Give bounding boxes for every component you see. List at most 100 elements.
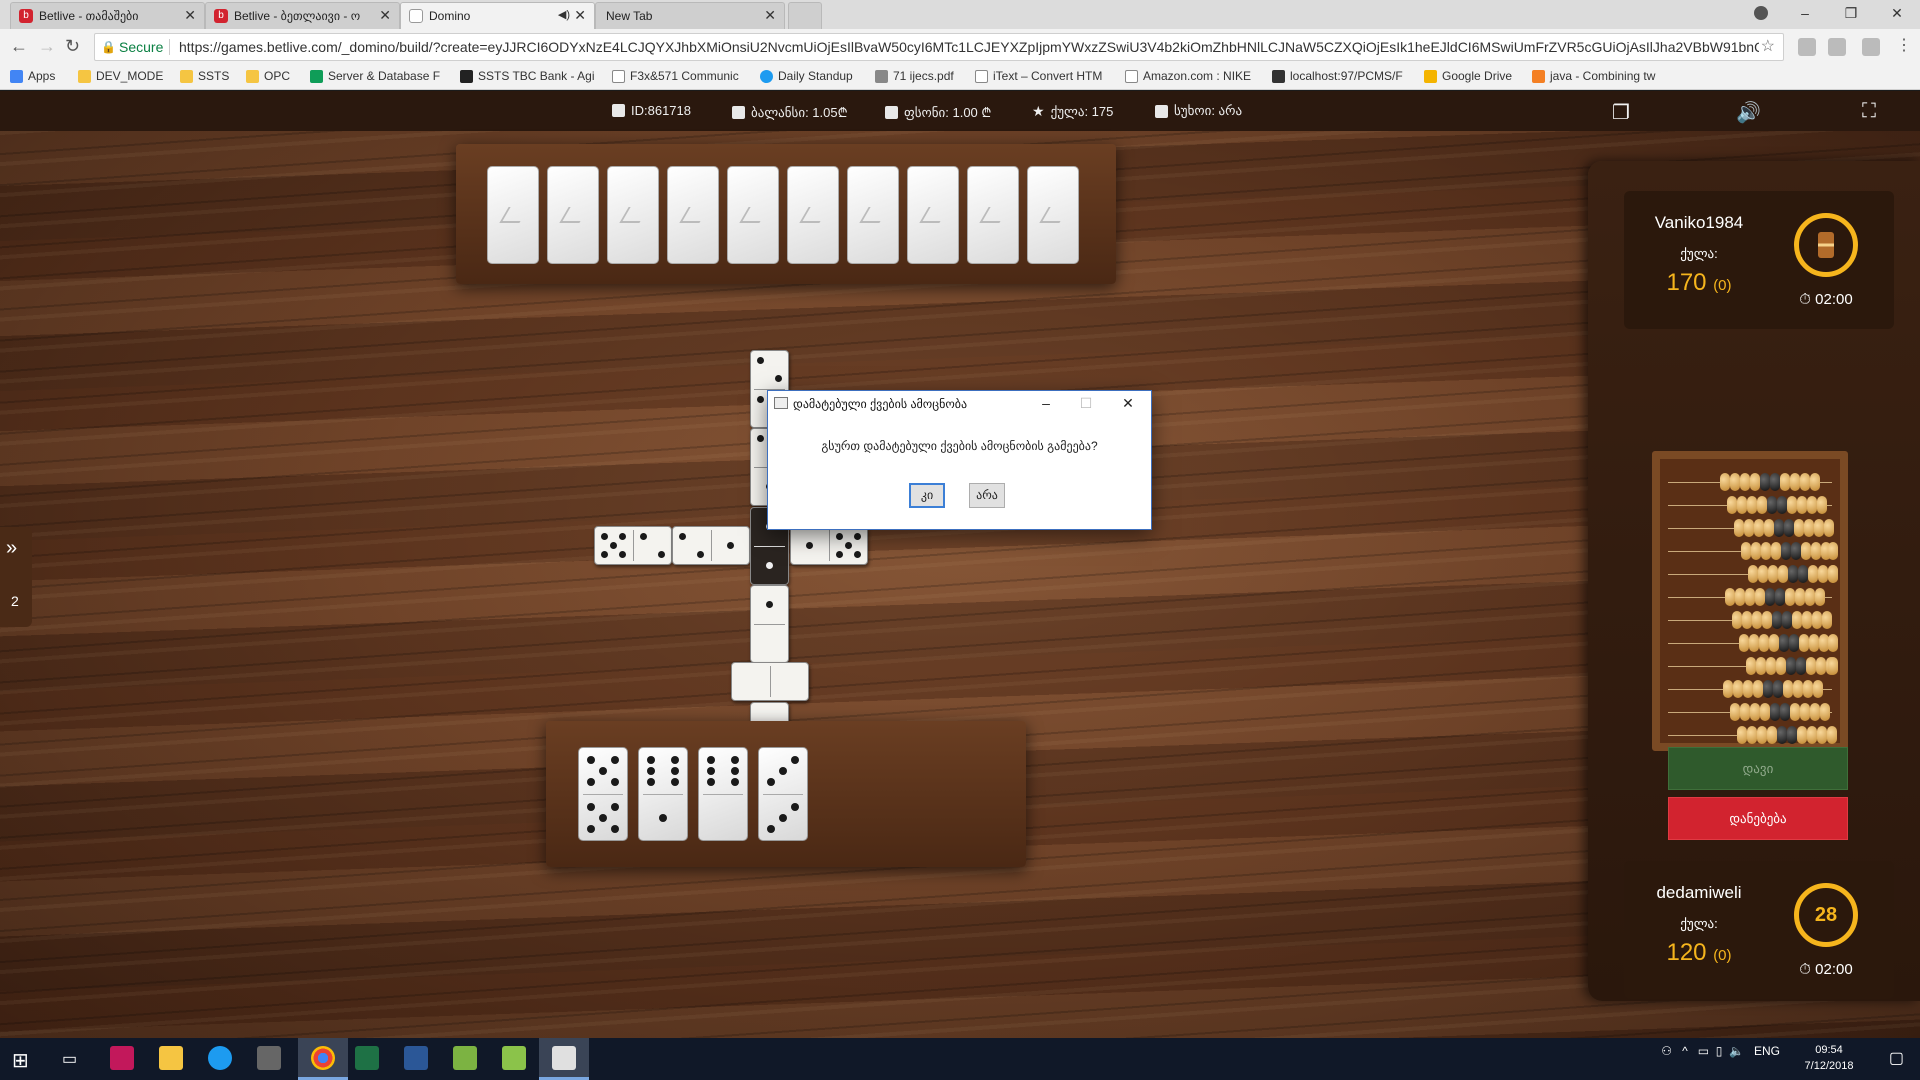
yes-button[interactable]: კი [909, 483, 945, 508]
java-app-icon[interactable] [552, 1046, 576, 1070]
notepad-icon[interactable] [453, 1046, 477, 1070]
battery-icon[interactable]: ▯ [1716, 1044, 1723, 1058]
hand-domino[interactable] [578, 747, 628, 841]
tab-domino[interactable]: Domino ◀) ✕ [400, 2, 595, 29]
bookmark-server-database[interactable]: Server & Database F [310, 69, 440, 83]
score-label: ქულა: [1680, 916, 1718, 931]
abacus-bead [1796, 657, 1806, 675]
extension-icon[interactable] [1798, 38, 1816, 56]
bookmark-star-icon[interactable]: ☆ [1761, 34, 1775, 60]
excel-icon[interactable] [355, 1046, 379, 1070]
tab-label: Domino [429, 9, 471, 23]
abacus-bead [1756, 657, 1766, 675]
forward-icon[interactable]: → [38, 37, 56, 55]
board-domino [594, 526, 672, 565]
bookmark-dev-mode[interactable]: DEV_MODE [78, 69, 163, 83]
hand-domino[interactable] [758, 747, 808, 841]
bookmark-google-drive[interactable]: Google Drive [1424, 69, 1512, 83]
bookmark-ssts-tbc[interactable]: SSTS TBC Bank - Agi [460, 69, 595, 83]
abacus-bead [1789, 634, 1799, 652]
score-extra: (0) [1713, 947, 1732, 964]
abacus-bead [1779, 634, 1789, 652]
app-icon[interactable] [404, 1046, 428, 1070]
tab-betlive-betlive[interactable]: b Betlive - ბეთლაივი - ო ✕ [205, 2, 400, 29]
side-panel-toggle[interactable]: » 2 [0, 527, 32, 627]
close-icon[interactable]: ✕ [379, 7, 391, 24]
network-icon[interactable]: ▭ [1698, 1044, 1709, 1058]
app-icon[interactable] [502, 1046, 526, 1070]
extension-icon[interactable] [1862, 38, 1880, 56]
file-explorer-icon[interactable] [159, 1046, 183, 1070]
chevron-up-icon[interactable]: ^ [1682, 1044, 1688, 1058]
bookmark-itext[interactable]: iText – Convert HTM [975, 69, 1102, 83]
abacus-bead [1734, 519, 1744, 537]
bookmark-ssts[interactable]: SSTS [180, 69, 229, 83]
betlive-favicon: b [19, 9, 33, 23]
extension-icon[interactable] [1828, 38, 1846, 56]
window-mode-icon[interactable]: ❐ [1612, 100, 1630, 125]
abacus-bead [1750, 473, 1760, 491]
play-button[interactable]: დავი [1668, 747, 1848, 790]
close-window-icon[interactable]: ✕ [1874, 0, 1920, 28]
restore-icon[interactable]: ❐ [1828, 0, 1874, 28]
hand-domino[interactable] [638, 747, 688, 841]
amazon-icon [1125, 69, 1138, 83]
new-tab-button[interactable] [788, 2, 822, 29]
bookmark-label: Daily Standup [778, 69, 853, 83]
tab-betlive-games[interactable]: b Betlive - თამაშები ✕ [10, 2, 205, 29]
abacus-bead [1790, 473, 1800, 491]
fullscreen-icon[interactable]: ⛶ [1862, 100, 1876, 123]
give-up-button[interactable]: დანებება [1668, 797, 1848, 840]
score-extra: (0) [1713, 277, 1732, 294]
bookmark-amazon[interactable]: Amazon.com : NIKE [1125, 69, 1251, 83]
speaker-icon[interactable]: ◀) [558, 8, 570, 21]
back-icon[interactable]: ← [10, 37, 28, 55]
bookmark-f3x[interactable]: F3x&571 Communic [612, 69, 739, 83]
page-icon [612, 69, 625, 83]
tab-new-tab[interactable]: New Tab ✕ [595, 2, 785, 29]
bookmark-apps[interactable]: Apps [10, 69, 55, 83]
reload-icon[interactable]: ↻ [65, 37, 80, 55]
bookmark-localhost[interactable]: localhost:97/PCMS/F [1272, 69, 1403, 83]
minimize-icon[interactable]: – [1031, 393, 1061, 415]
close-icon[interactable]: ✕ [184, 7, 196, 24]
clock[interactable]: 09:54 7/12/2018 [1796, 1042, 1862, 1074]
notification-icon[interactable]: ▢ [1889, 1048, 1904, 1068]
opponent-tile [667, 166, 719, 264]
confirm-dialog: დამატებული ქვების ამოცნობა – ☐ ✕ გსურთ დ… [767, 390, 1152, 530]
bet-value: ფსონი: 1.00 ₾ [904, 105, 992, 120]
volume-icon[interactable]: 🔈 [1729, 1044, 1744, 1058]
chrome-icon[interactable] [311, 1046, 335, 1070]
profile-icon[interactable] [1754, 6, 1768, 20]
score-value: 120 [1666, 939, 1707, 966]
bookmark-daily-standup[interactable]: Daily Standup [760, 69, 853, 83]
abacus-bead [1743, 680, 1753, 698]
task-view-icon[interactable]: ▭ [62, 1049, 77, 1069]
no-button[interactable]: არა [969, 483, 1005, 508]
close-icon[interactable]: ✕ [1113, 393, 1143, 415]
hand-domino[interactable] [698, 747, 748, 841]
close-icon[interactable]: ✕ [764, 7, 776, 24]
windows-start-icon[interactable]: ⊞ [12, 1048, 29, 1073]
abacus-bead [1747, 726, 1757, 744]
url-field[interactable]: 🔒 Secure https://games.betlive.com/_domi… [94, 33, 1784, 61]
lock-icon: 🔒 [101, 40, 116, 54]
menu-kebab-icon[interactable]: ⋮ [1896, 37, 1912, 55]
sound-icon[interactable]: 🔊 [1736, 100, 1761, 125]
player-timer: ⏱ 02:00 [1784, 961, 1868, 978]
bookmark-opc[interactable]: OPC [246, 69, 290, 83]
app-icon[interactable] [257, 1046, 281, 1070]
bookmark-java[interactable]: java - Combining tw [1532, 69, 1655, 83]
intellij-icon[interactable] [110, 1046, 134, 1070]
site-icon [1272, 69, 1285, 83]
user-id-icon [612, 104, 625, 117]
abacus-bead [1785, 588, 1795, 606]
chat-app-icon[interactable] [208, 1046, 232, 1070]
language-indicator[interactable]: ENG [1754, 1044, 1780, 1058]
people-icon[interactable]: ⚇ [1661, 1044, 1672, 1058]
abacus-bead [1801, 542, 1811, 560]
bookmark-ijecs-pdf[interactable]: 71 ijecs.pdf [875, 69, 954, 83]
folder-icon [246, 69, 259, 83]
close-icon[interactable]: ✕ [574, 7, 586, 24]
minimize-icon[interactable]: – [1782, 0, 1828, 28]
